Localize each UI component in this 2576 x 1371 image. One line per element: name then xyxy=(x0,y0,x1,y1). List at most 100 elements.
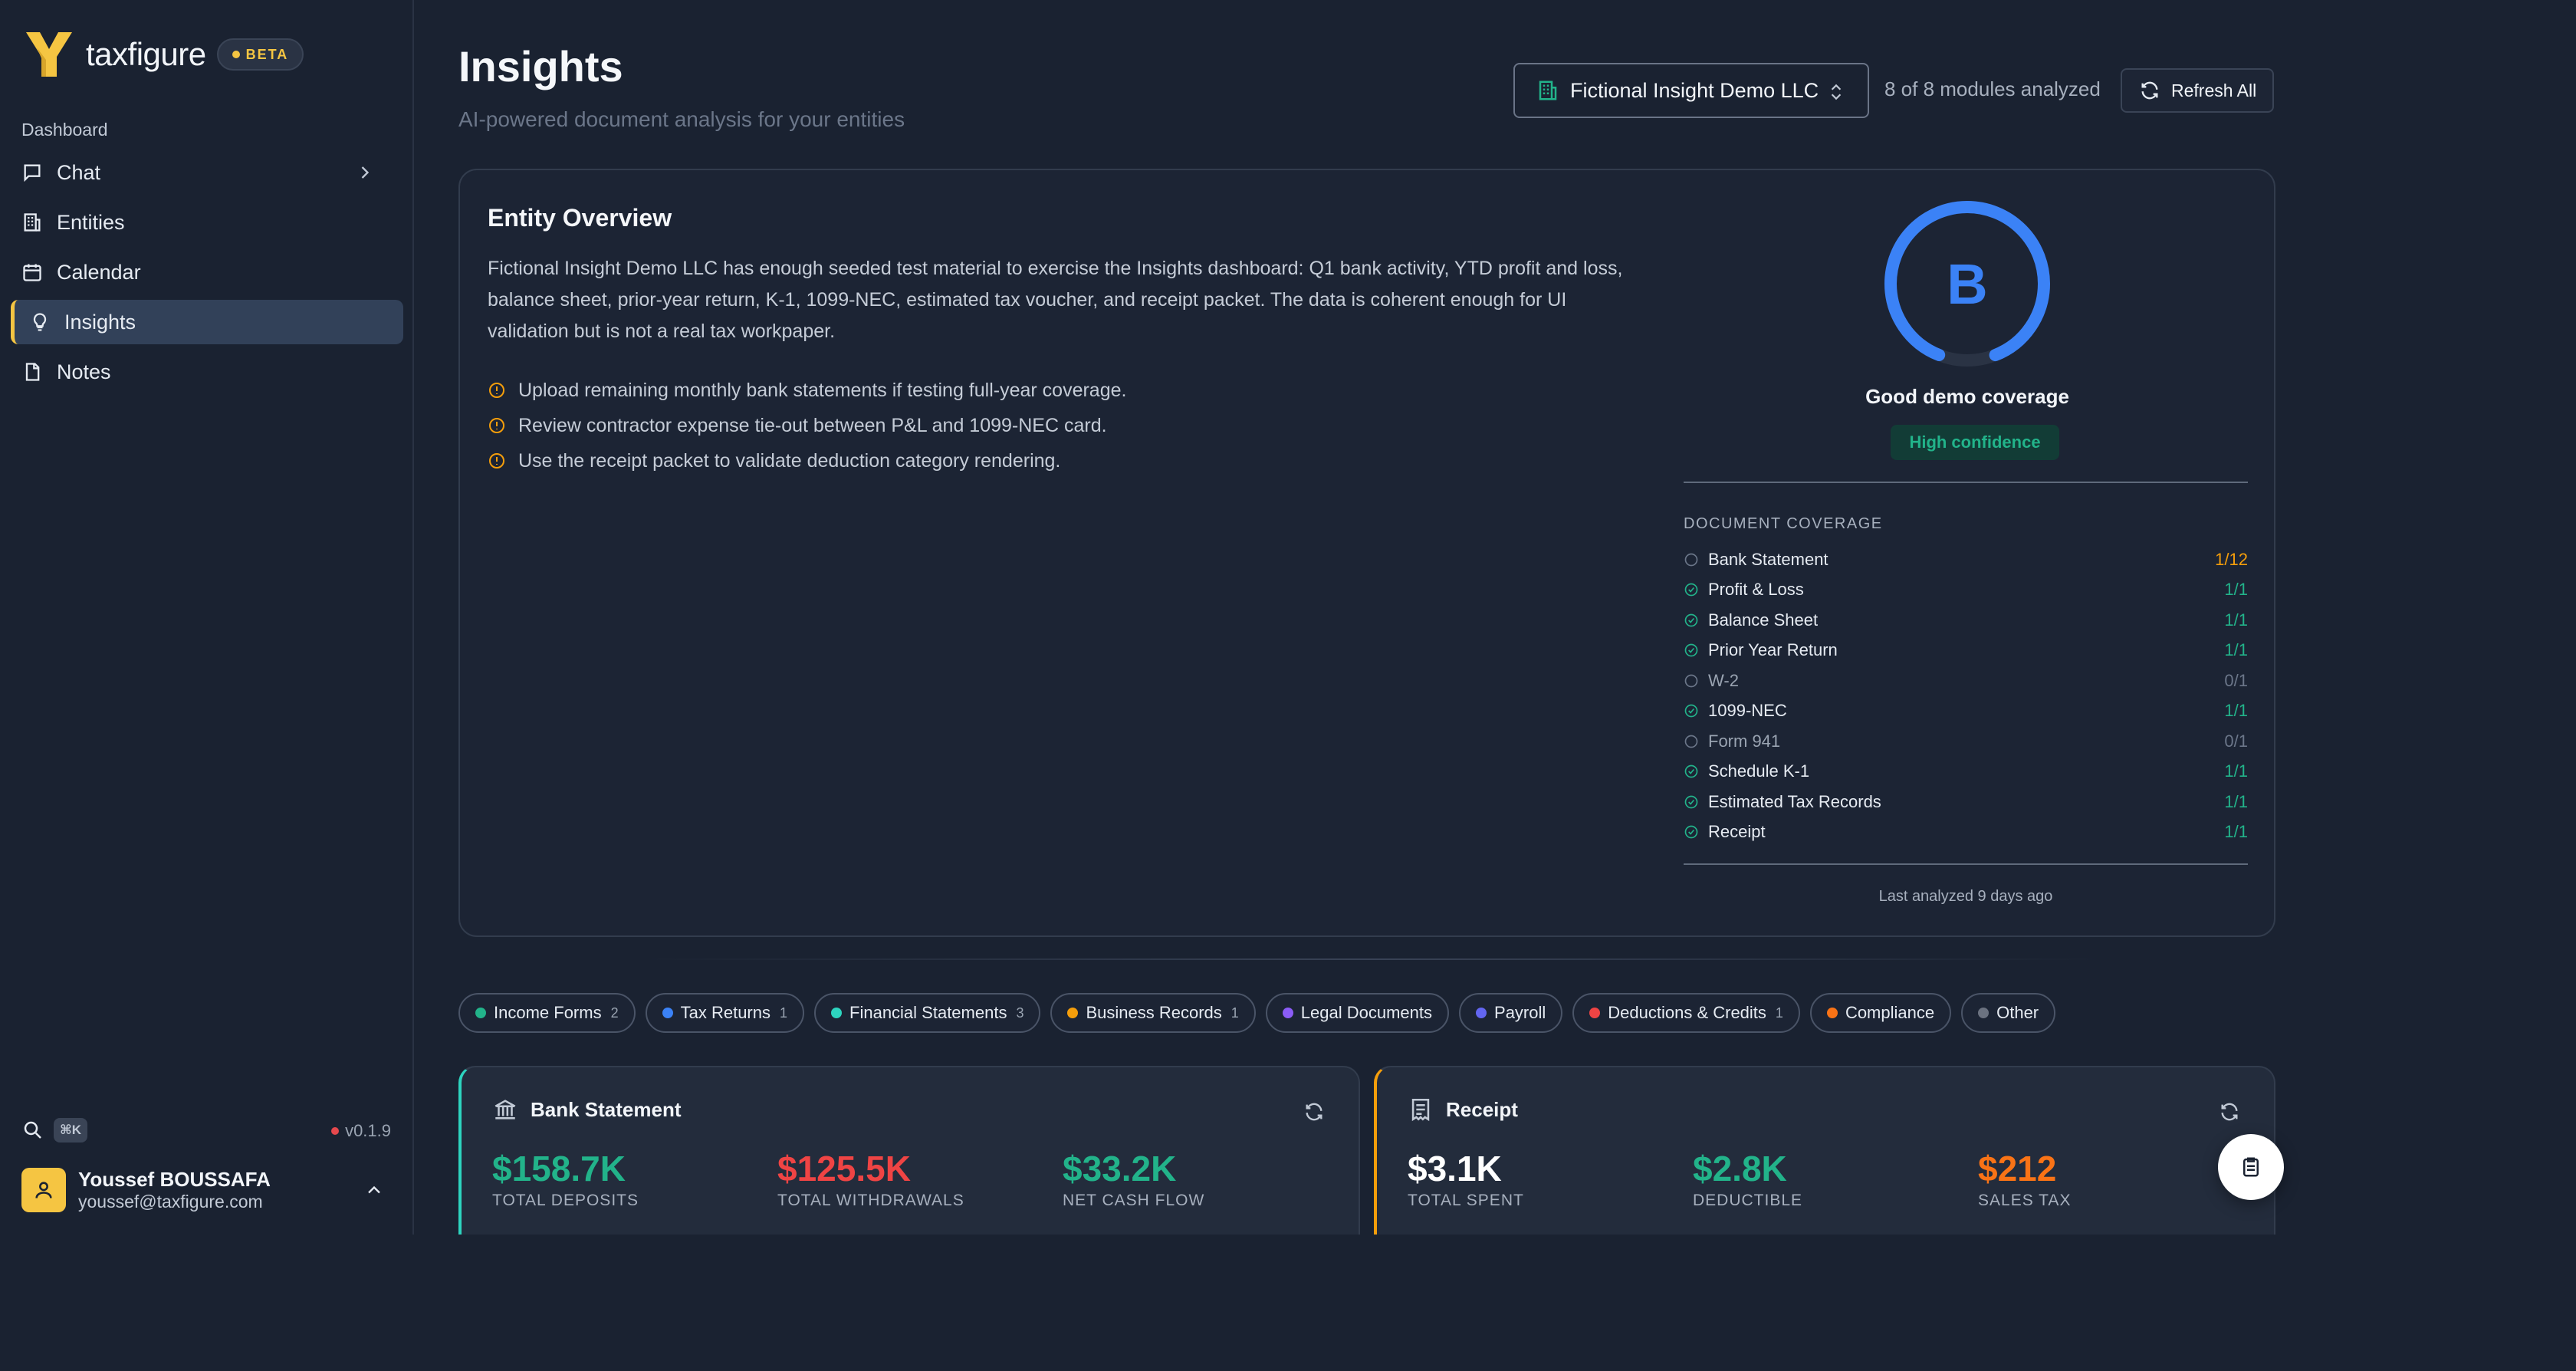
metric-value: $33.2K xyxy=(1063,1149,1177,1189)
coverage-value: 1/1 xyxy=(2224,610,2248,630)
metric-value: $212 xyxy=(1978,1149,2057,1189)
recommendation-text: Review contractor expense tie-out betwee… xyxy=(518,414,1107,436)
user-menu[interactable]: Youssef BOUSSAFA youssef@taxfigure.com xyxy=(21,1166,394,1215)
info-icon xyxy=(489,418,504,433)
bank-icon xyxy=(495,1100,516,1119)
metric-label: SALES TAX xyxy=(1978,1192,2072,1209)
metric-deductible: $2.8K DEDUCTIBLE xyxy=(1693,1149,1802,1210)
brand[interactable]: taxfigure BETA xyxy=(21,28,304,81)
sidebar-item-insights[interactable]: Insights xyxy=(11,300,403,344)
metric-total-deposits: $158.7K TOTAL DEPOSITS xyxy=(492,1149,639,1210)
filter-chip-label: Income Forms xyxy=(494,1003,602,1022)
entity-select[interactable]: Fictional Insight Demo LLC xyxy=(1513,63,1869,118)
coverage-row: Balance Sheet 1/1 xyxy=(1684,605,2248,636)
refresh-all-label: Refresh All xyxy=(2171,80,2257,100)
metric-sales-tax: $212 SALES TAX xyxy=(1978,1149,2071,1210)
filter-chip-other[interactable]: Other xyxy=(1961,993,2056,1033)
coverage-row: W-2 0/1 xyxy=(1684,666,2248,696)
chevron-up-icon[interactable] xyxy=(363,1179,385,1201)
empty-circle-icon xyxy=(1684,553,1698,567)
command-search[interactable]: ⌘K xyxy=(21,1118,88,1142)
filter-chip-legal-documents[interactable]: Legal Documents xyxy=(1265,993,1450,1033)
filter-chip-deductions-credits[interactable]: Deductions & Credits 1 xyxy=(1572,993,1800,1033)
check-circle-icon xyxy=(1684,613,1698,627)
metric-total-spent: $3.1K TOTAL SPENT xyxy=(1408,1149,1524,1210)
filter-chip-financial-statements[interactable]: Financial Statements 3 xyxy=(814,993,1041,1033)
filter-chip-business-records[interactable]: Business Records 1 xyxy=(1050,993,1256,1033)
sidebar-nav: Chat Entities Calendar Insights Notes xyxy=(11,150,403,399)
coverage-value: 1/1 xyxy=(2224,761,2248,781)
sidebar-item-entities[interactable]: Entities xyxy=(11,200,403,245)
overview-description: Fictional Insight Demo LLC has enough se… xyxy=(488,258,1623,342)
chevron-right-icon[interactable] xyxy=(354,162,376,183)
metric-value: $2.8K xyxy=(1693,1149,1787,1189)
category-dot-icon xyxy=(1589,1008,1601,1018)
user-email: youssef@taxfigure.com xyxy=(78,1192,263,1212)
coverage-row: Estimated Tax Records 1/1 xyxy=(1684,787,2248,817)
refresh-all-button[interactable]: Refresh All xyxy=(2121,68,2274,113)
metric-label: TOTAL DEPOSITS xyxy=(492,1192,639,1209)
sidebar-item-label: Insights xyxy=(64,310,136,334)
building-icon xyxy=(24,213,41,232)
beta-dot-icon xyxy=(232,51,240,58)
metric-total-withdrawals: $125.5K TOTAL WITHDRAWALS xyxy=(777,1149,964,1210)
coverage-value: 1/1 xyxy=(2224,640,2248,660)
coverage-name: Receipt xyxy=(1708,822,1766,842)
check-circle-icon xyxy=(1684,825,1698,839)
sidebar-item-notes[interactable]: Notes xyxy=(11,350,403,394)
coverage-value: 1/1 xyxy=(2224,822,2248,842)
category-dot-icon xyxy=(475,1008,486,1018)
coverage-name: Schedule K-1 xyxy=(1708,761,1810,781)
recommendation-item: Review contractor expense tie-out betwee… xyxy=(488,408,1638,443)
divider xyxy=(644,958,2101,960)
check-circle-icon xyxy=(1684,583,1698,597)
metric-label: TOTAL WITHDRAWALS xyxy=(777,1192,964,1209)
user-name: Youssef BOUSSAFA xyxy=(78,1168,271,1191)
sidebar-item-label: Calendar xyxy=(57,260,141,284)
coverage-name: Form 941 xyxy=(1708,731,1781,751)
sidebar-item-label: Notes xyxy=(57,360,111,383)
coverage-value: 1/12 xyxy=(2215,549,2248,569)
sidebar-item-chat[interactable]: Chat xyxy=(11,150,403,195)
refresh-icon[interactable] xyxy=(1303,1101,1325,1123)
clipboard-fab-button[interactable] xyxy=(2218,1134,2284,1200)
shortcut-badge: ⌘K xyxy=(54,1118,88,1142)
coverage-value: 1/1 xyxy=(2224,701,2248,721)
coverage-name: 1099-NEC xyxy=(1708,701,1787,721)
version-indicator: v0.1.9 xyxy=(331,1121,391,1141)
recommendation-item: Upload remaining monthly bank statements… xyxy=(488,373,1638,408)
metric-net-cash-flow: $33.2K NET CASH FLOW xyxy=(1063,1149,1204,1210)
module-card-receipt: Receipt $3.1K TOTAL SPENT $2.8K DEDUCTIB… xyxy=(1374,1066,2275,1235)
coverage-title: DOCUMENT COVERAGE xyxy=(1684,515,1883,532)
filter-chip-compliance[interactable]: Compliance xyxy=(1809,993,1952,1033)
metric-label: NET CASH FLOW xyxy=(1063,1192,1205,1209)
version-label: v0.1.9 xyxy=(345,1121,391,1140)
filter-chip-label: Compliance xyxy=(1845,1003,1935,1022)
coverage-name: Estimated Tax Records xyxy=(1708,791,1881,811)
metric-label: DEDUCTIBLE xyxy=(1693,1192,1803,1209)
overview-title: Entity Overview xyxy=(488,204,672,232)
filter-chip-label: Legal Documents xyxy=(1300,1003,1433,1022)
chat-icon xyxy=(24,164,41,182)
sidebar-item-calendar[interactable]: Calendar xyxy=(11,250,403,294)
filter-chip-income-forms[interactable]: Income Forms 2 xyxy=(458,993,636,1033)
nav-section-label: Dashboard xyxy=(21,120,108,140)
metric-value: $158.7K xyxy=(492,1149,626,1189)
grade-label: Good demo coverage xyxy=(1865,385,2069,408)
coverage-list: Bank Statement 1/12 Profit & Loss 1/1 Balanc… xyxy=(1684,544,2248,847)
refresh-icon[interactable] xyxy=(2219,1101,2240,1123)
filter-chip-payroll[interactable]: Payroll xyxy=(1459,993,1563,1033)
recommendation-item: Use the receipt packet to validate deduc… xyxy=(488,443,1638,478)
entity-overview-card: Entity Overview Fictional Insight Demo L… xyxy=(458,169,2275,937)
calendar-icon xyxy=(23,264,41,281)
receipt-icon xyxy=(1411,1098,1430,1122)
coverage-row: Receipt 1/1 xyxy=(1684,817,2248,848)
category-filters: Income Forms 2 Tax Returns 1 Financial State… xyxy=(458,993,2065,1033)
filter-chip-tax-returns[interactable]: Tax Returns 1 xyxy=(645,993,805,1033)
filter-chip-label: Financial Statements xyxy=(849,1003,1007,1022)
coverage-name: Balance Sheet xyxy=(1708,610,1819,630)
beta-badge: BETA xyxy=(216,38,304,71)
refresh-icon xyxy=(2141,81,2158,100)
category-dot-icon xyxy=(662,1008,673,1018)
info-icon xyxy=(489,453,504,469)
